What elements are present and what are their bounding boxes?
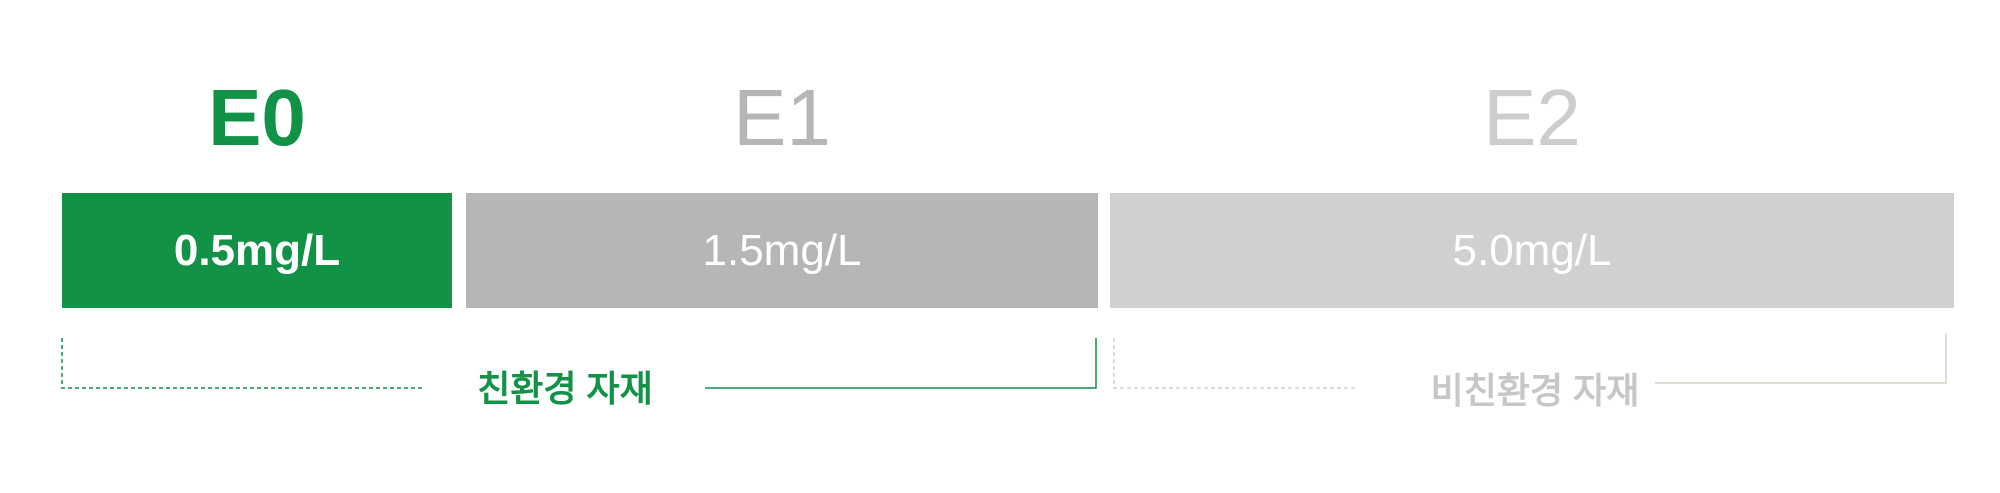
category-brackets — [61, 333, 1947, 389]
eco-material-label: 친환경 자재 — [477, 368, 653, 409]
non-eco-material-label: 비친환경 자재 — [1430, 370, 1640, 411]
